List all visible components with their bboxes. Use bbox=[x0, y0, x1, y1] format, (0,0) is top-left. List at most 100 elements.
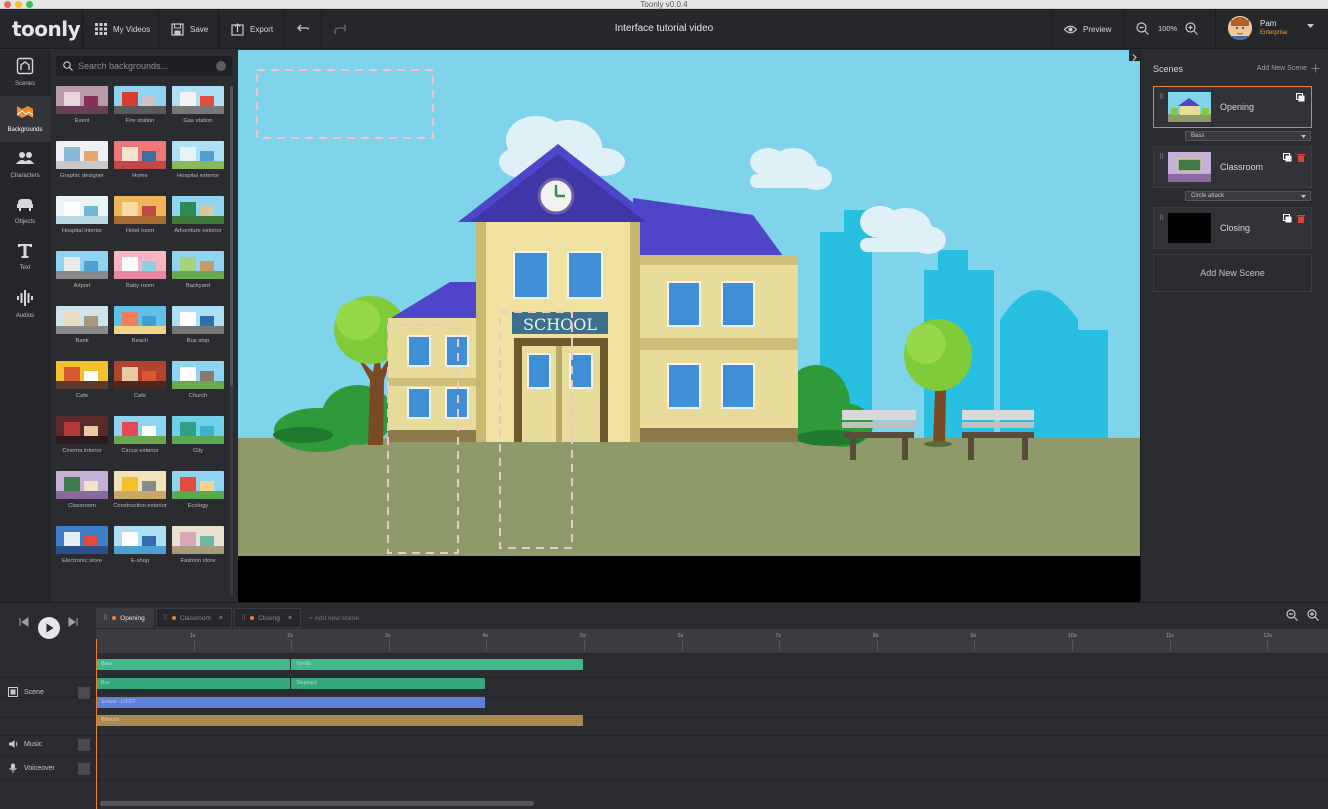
skip-forward-icon[interactable] bbox=[68, 617, 78, 627]
background-thumbnail bbox=[114, 141, 166, 169]
trash-icon[interactable] bbox=[1297, 153, 1305, 162]
close-tab-icon[interactable]: × bbox=[288, 615, 292, 622]
timeline-ruler[interactable]: 1s 2s 3s 4s 5s 6s 7s 8s 9s 10s 11s 12s bbox=[96, 629, 1328, 653]
sidebar-item-scenes[interactable]: Scenes bbox=[0, 50, 50, 96]
scene-card-classroom[interactable]: ⠿ Classroom bbox=[1153, 146, 1312, 188]
sidebar-item-text[interactable]: Text bbox=[0, 234, 50, 280]
background-label: Adventure exterior bbox=[174, 228, 222, 234]
collapse-panel-button[interactable] bbox=[1129, 50, 1140, 61]
timeline-clip[interactable]: Bus bbox=[96, 678, 291, 689]
my-videos-button[interactable]: My Videos bbox=[82, 9, 162, 49]
background-tile[interactable]: Beach bbox=[112, 306, 168, 345]
background-tile[interactable]: Church bbox=[170, 361, 226, 400]
sidebar-item-audios[interactable]: Audios bbox=[0, 282, 50, 328]
music-track-toggle[interactable] bbox=[78, 739, 90, 751]
background-tile[interactable]: City bbox=[170, 416, 226, 455]
background-tile[interactable]: Ecology bbox=[170, 471, 226, 510]
background-tile[interactable]: Cafe bbox=[54, 361, 110, 400]
undo-button[interactable] bbox=[284, 9, 321, 49]
preview-button[interactable]: Preview bbox=[1051, 9, 1125, 49]
background-tile[interactable]: Home bbox=[112, 141, 168, 180]
clear-search-icon[interactable] bbox=[216, 61, 226, 71]
zoom-in-icon[interactable] bbox=[1185, 22, 1198, 35]
background-tile[interactable]: Event bbox=[54, 86, 110, 125]
scene-track-toggle[interactable] bbox=[78, 687, 90, 699]
add-new-scene-button[interactable]: Add New Scene bbox=[1153, 254, 1312, 292]
drag-handle-icon[interactable]: ⠿ bbox=[1159, 153, 1164, 161]
timeline-clip[interactable]: School - LOGO bbox=[96, 697, 486, 708]
redo-button[interactable] bbox=[321, 9, 358, 49]
timeline-zoom-out-icon[interactable] bbox=[1286, 609, 1298, 621]
tab-closing[interactable]: ⠿ Closing × bbox=[234, 608, 301, 628]
play-button[interactable] bbox=[38, 617, 60, 639]
timeline-horizontal-scrollbar[interactable] bbox=[100, 801, 534, 806]
scene-thumbnail bbox=[1168, 152, 1211, 182]
sidebar-item-label: Backgrounds bbox=[7, 127, 43, 133]
playhead[interactable] bbox=[96, 639, 97, 809]
timeline-clip[interactable]: Stepback bbox=[291, 678, 486, 689]
timeline-clip[interactable]: Vanilla bbox=[291, 659, 583, 670]
school-sign-text: SCHOOL bbox=[523, 315, 597, 334]
window-titlebar: Toonly v0.0.4 bbox=[0, 0, 1328, 9]
zoom-out-icon[interactable] bbox=[1136, 22, 1149, 35]
chevron-right-icon bbox=[1132, 54, 1137, 61]
background-label: Circus exterior bbox=[121, 448, 159, 454]
ruler-tick bbox=[1169, 641, 1171, 651]
duplicate-icon[interactable] bbox=[1283, 153, 1292, 162]
ruler-tick bbox=[193, 641, 195, 651]
search-input[interactable] bbox=[78, 58, 208, 74]
timeline-clip[interactable]: Bass bbox=[96, 659, 291, 670]
panel-scrollbar[interactable] bbox=[230, 86, 233, 596]
scene-card-closing[interactable]: ⠿ Closing bbox=[1153, 207, 1312, 249]
background-tile[interactable]: Adventure exterior bbox=[170, 196, 226, 235]
background-tile[interactable]: Circus exterior bbox=[112, 416, 168, 455]
transition-select[interactable]: Bass bbox=[1185, 131, 1311, 141]
export-button[interactable]: Export bbox=[218, 9, 285, 49]
background-tile[interactable]: E-shop bbox=[112, 526, 168, 565]
background-tile[interactable]: Construction exterior bbox=[112, 471, 168, 510]
background-tile[interactable]: Cafe bbox=[112, 361, 168, 400]
track-music bbox=[0, 732, 1328, 756]
duplicate-icon[interactable] bbox=[1283, 214, 1292, 223]
background-tile[interactable]: Cinema interior bbox=[54, 416, 110, 455]
background-tile[interactable]: Hotel room bbox=[112, 196, 168, 235]
background-tile[interactable]: Hospital interior bbox=[54, 196, 110, 235]
background-tile[interactable]: Baby room bbox=[112, 251, 168, 290]
tab-classroom[interactable]: ⠿ Classroom × bbox=[155, 608, 233, 628]
drag-handle-icon[interactable]: ⠿ bbox=[1159, 93, 1164, 101]
canvas-stage[interactable]: SCHOOL bbox=[238, 50, 1140, 602]
background-tile[interactable]: Fire station bbox=[112, 86, 168, 125]
close-tab-icon[interactable]: × bbox=[219, 615, 223, 622]
background-thumbnail bbox=[172, 251, 224, 279]
transition-select[interactable]: Circle attack bbox=[1185, 191, 1311, 201]
background-tile[interactable]: Bus stop bbox=[170, 306, 226, 345]
background-tile[interactable]: Gas station bbox=[170, 86, 226, 125]
background-thumbnail bbox=[172, 526, 224, 554]
background-tile[interactable]: Electronic store bbox=[54, 526, 110, 565]
background-tile[interactable]: Classroom bbox=[54, 471, 110, 510]
timeline-clip[interactable]: Whoosh bbox=[96, 715, 583, 726]
trash-icon[interactable] bbox=[1297, 214, 1305, 223]
add-scene-tab[interactable]: + Add new scene bbox=[303, 608, 359, 628]
skip-back-icon[interactable] bbox=[19, 617, 29, 627]
background-tile[interactable]: Hospital exterior bbox=[170, 141, 226, 180]
timeline-zoom-in-icon[interactable] bbox=[1307, 609, 1319, 621]
sidebar-item-backgrounds[interactable]: Backgrounds bbox=[0, 96, 50, 142]
add-new-scene-link[interactable]: Add New Scene bbox=[1257, 64, 1320, 73]
duplicate-icon[interactable] bbox=[1296, 93, 1305, 102]
user-menu[interactable]: Pam Enterprise bbox=[1215, 9, 1328, 49]
drag-handle-icon[interactable]: ⠿ bbox=[1159, 214, 1164, 222]
save-button[interactable]: Save bbox=[158, 9, 220, 49]
tab-opening[interactable]: ⠿ Opening bbox=[96, 608, 154, 628]
background-tile[interactable]: Bank bbox=[54, 306, 110, 345]
ruler-tick-label: 10s bbox=[1068, 633, 1077, 639]
background-tile[interactable]: Backyard bbox=[170, 251, 226, 290]
sidebar-item-objects[interactable]: Objects bbox=[0, 188, 50, 234]
scene-card-opening[interactable]: ⠿ Opening bbox=[1153, 86, 1312, 128]
background-tile[interactable]: Graphic designer bbox=[54, 141, 110, 180]
background-tile[interactable]: Fashion store bbox=[170, 526, 226, 565]
sidebar-item-characters[interactable]: Characters bbox=[0, 142, 50, 188]
voiceover-track-toggle[interactable] bbox=[78, 763, 90, 775]
background-tile[interactable]: Airport bbox=[54, 251, 110, 290]
scene-name: Closing bbox=[1220, 223, 1251, 233]
